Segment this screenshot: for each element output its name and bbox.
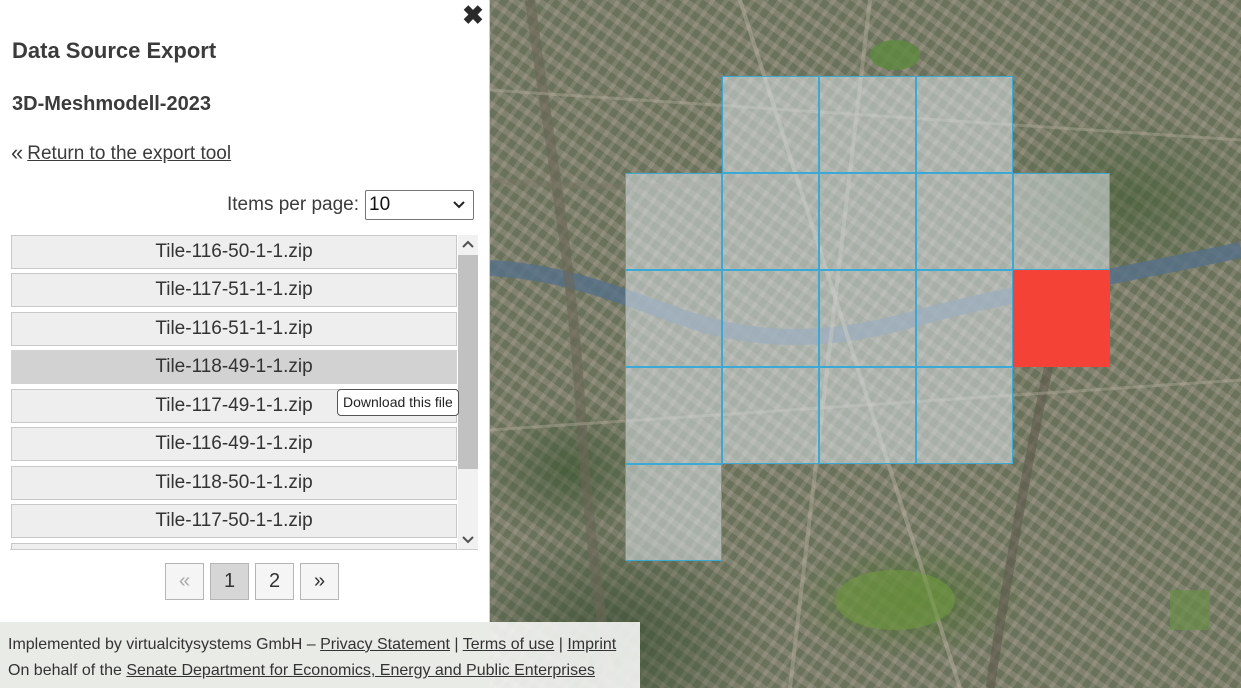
map-tile[interactable] [916, 173, 1013, 270]
file-item[interactable]: Tile-117-50-1-1.zip [11, 504, 457, 538]
map-tile[interactable] [916, 76, 1013, 173]
footer: Implemented by virtualcitysystems GmbH –… [0, 622, 640, 688]
footer-line-2: On behalf of the Senate Department for E… [8, 658, 632, 684]
map-tile[interactable] [722, 270, 819, 367]
prev-page-button[interactable]: « [165, 563, 204, 600]
scroll-up-icon[interactable] [458, 235, 478, 253]
map-tile[interactable] [819, 270, 916, 367]
pagination: « 1 2 » [165, 563, 339, 600]
data-source-export-panel: ✖ Data Source Export 3D-Meshmodell-2023 … [0, 0, 490, 622]
next-page-button[interactable]: » [300, 563, 339, 600]
chevron-down-icon [453, 201, 465, 209]
imprint-link[interactable]: Imprint [567, 636, 616, 653]
items-per-page-label: Items per page: [227, 194, 360, 215]
map-tile[interactable] [625, 464, 722, 561]
terms-of-use-link[interactable]: Terms of use [463, 636, 555, 653]
map-view[interactable] [490, 0, 1241, 688]
file-item[interactable]: Tile-116-49-1-1.zip [11, 427, 457, 461]
tile-grid [490, 0, 1241, 688]
file-item-partial[interactable] [11, 543, 457, 549]
map-tile[interactable] [722, 76, 819, 173]
implemented-by-text: Implemented by virtualcitysystems GmbH – [8, 636, 321, 653]
senate-department-link[interactable]: Senate Department for Economics, Energy … [126, 662, 595, 679]
file-list-scrollbar[interactable] [458, 235, 478, 549]
separator: | [449, 636, 463, 653]
map-tile[interactable] [625, 367, 722, 464]
page-1-button[interactable]: 1 [210, 563, 249, 600]
map-tile[interactable] [722, 173, 819, 270]
map-tile[interactable] [916, 270, 1013, 367]
items-per-page-value: 10 [369, 194, 391, 215]
separator: | [554, 636, 568, 653]
map-tile[interactable] [1013, 173, 1110, 270]
download-tooltip: Download this file [337, 389, 459, 416]
map-tile[interactable] [625, 173, 722, 270]
items-per-page-select[interactable]: 10 [365, 190, 475, 220]
map-tile[interactable] [722, 367, 819, 464]
return-link-label: Return to the export tool [27, 143, 232, 164]
footer-line-1: Implemented by virtualcitysystems GmbH –… [8, 632, 632, 658]
file-item[interactable]: Tile-117-51-1-1.zip [11, 273, 457, 307]
map-tile[interactable] [819, 76, 916, 173]
scroll-thumb[interactable] [458, 255, 478, 469]
map-tile[interactable] [625, 270, 722, 367]
dataset-name: 3D-Meshmodell-2023 [12, 93, 211, 115]
panel-title: Data Source Export [12, 38, 217, 63]
scroll-down-icon[interactable] [458, 531, 478, 549]
privacy-statement-link[interactable]: Privacy Statement [320, 636, 450, 653]
file-item[interactable]: Tile-118-50-1-1.zip [11, 466, 457, 500]
file-item[interactable]: Tile-116-51-1-1.zip [11, 312, 457, 346]
map-tile-selected[interactable] [1013, 270, 1110, 367]
file-item-hovered[interactable]: Tile-118-49-1-1.zip [11, 350, 457, 384]
on-behalf-text: On behalf of the [8, 662, 127, 679]
return-to-export-tool-link[interactable]: « Return to the export tool [11, 140, 232, 165]
map-tile[interactable] [819, 173, 916, 270]
map-tile[interactable] [819, 367, 916, 464]
page-2-button[interactable]: 2 [255, 563, 294, 600]
map-tile[interactable] [916, 367, 1013, 464]
file-item[interactable]: Tile-116-50-1-1.zip [11, 235, 457, 269]
double-chevron-left-icon: « [11, 140, 24, 165]
close-icon[interactable]: ✖ [461, 2, 485, 28]
items-per-page: Items per page: 10 [227, 190, 475, 220]
